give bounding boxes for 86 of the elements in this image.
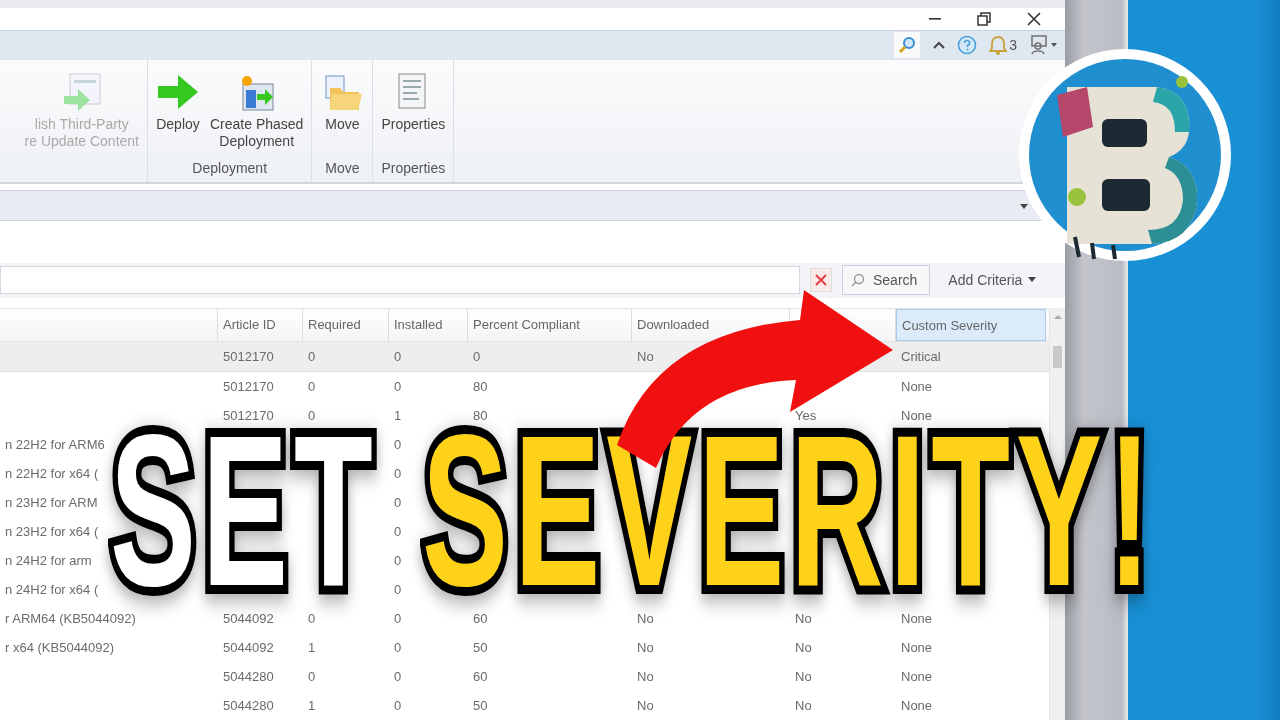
- search-icon: [898, 36, 917, 55]
- table-cell: 0: [308, 379, 316, 394]
- scrollbar-thumb[interactable]: [1053, 346, 1062, 368]
- caret-down-icon: [1028, 277, 1037, 284]
- column-header[interactable]: Custom Severity: [896, 309, 1046, 341]
- add-criteria-button[interactable]: Add Criteria: [940, 272, 1045, 289]
- table-cell: 0: [394, 698, 402, 713]
- headline-word: SET: [110, 423, 379, 599]
- table-cell: 0: [394, 553, 402, 568]
- column-header[interactable]: Percent Compliant: [473, 317, 580, 332]
- group-label: Deployment: [192, 160, 268, 176]
- table-cell: None: [901, 669, 933, 684]
- group-label: Properties: [381, 160, 446, 176]
- table-cell: 80: [473, 379, 488, 394]
- user-icon: [1029, 34, 1059, 57]
- table-cell: None: [901, 640, 933, 655]
- table-cell: No: [795, 698, 812, 713]
- table-cell: None: [901, 379, 933, 394]
- table-cell: 5044280: [223, 669, 274, 684]
- table-cell: 0: [394, 582, 402, 597]
- table-cell: n 24H2 for x64 (: [5, 582, 99, 597]
- table-cell: No: [637, 640, 654, 655]
- table-cell: r x64 (KB5044092): [5, 640, 115, 655]
- table-cell: n 23H2 for ARM: [5, 495, 98, 510]
- table-cell: None: [901, 698, 933, 713]
- table-cell: 0: [308, 408, 316, 423]
- table-cell: 0: [308, 669, 316, 684]
- scroll-up-icon: [1053, 314, 1062, 320]
- table-cell: n 23H2 for x64 (: [5, 524, 99, 539]
- table-cell: 5012170: [223, 379, 274, 394]
- table-cell: r ARM64 (KB5044092): [5, 611, 136, 626]
- table-cell: No: [795, 640, 812, 655]
- table-cell: 0: [394, 640, 402, 655]
- notification-count: 3: [1009, 37, 1017, 54]
- table-cell: 5044280: [223, 698, 274, 713]
- table-cell: Critical: [901, 349, 941, 364]
- help-icon: [957, 35, 978, 56]
- clear-button[interactable]: [810, 268, 832, 293]
- table-cell: 0: [394, 349, 402, 364]
- table-cell: 0: [394, 524, 402, 539]
- column-header[interactable]: Installed: [394, 317, 443, 332]
- minimize-icon: [929, 17, 941, 20]
- table-cell: 50: [473, 698, 488, 713]
- table-cell: 50: [473, 640, 488, 655]
- search-field[interactable]: [0, 266, 800, 295]
- search-button[interactable]: Search: [842, 265, 931, 296]
- close-icon: [1027, 11, 1041, 26]
- table-cell: 5044092: [223, 640, 274, 655]
- table-cell: 0: [473, 349, 481, 364]
- table-cell: No: [637, 669, 654, 684]
- table-cell: 0: [394, 611, 402, 626]
- table-cell: 0: [308, 611, 316, 626]
- table-cell: n 22H2 for x64 (: [5, 466, 99, 481]
- ribbon-button[interactable]: Deploy: [154, 72, 202, 158]
- restore-icon: [977, 11, 991, 26]
- search-button[interactable]: [893, 31, 922, 60]
- table-cell: 0: [308, 349, 316, 364]
- table-cell: 5044092: [223, 611, 274, 626]
- table-cell: 1: [394, 408, 402, 423]
- table-cell: 0: [394, 466, 402, 481]
- table-cell: No: [637, 698, 654, 713]
- table-cell: 60: [473, 669, 488, 684]
- table-cell: 5012170: [223, 349, 274, 364]
- column-header[interactable]: Required: [308, 317, 361, 332]
- table-cell: n 24H2 for arm: [5, 553, 92, 568]
- table-cell: 1: [308, 640, 316, 655]
- table-cell: 0: [394, 495, 402, 510]
- ribbon-button[interactable]: Create Phased Deployment: [208, 72, 306, 158]
- table-cell: No: [795, 669, 812, 684]
- group-label: Move: [325, 160, 360, 176]
- caret-down-icon: [1019, 201, 1029, 210]
- table-cell: 1: [308, 698, 316, 713]
- bell-icon: [989, 35, 1008, 56]
- table-cell: 5012170: [223, 408, 274, 423]
- table-cell: No: [637, 349, 654, 364]
- search-icon: [851, 273, 865, 288]
- table-cell: 0: [394, 379, 402, 394]
- table-cell: n 22H2 for ARM6: [5, 437, 105, 452]
- ribbon-button[interactable]: Properties: [379, 72, 448, 158]
- ribbon-button[interactable]: Move: [318, 72, 367, 158]
- column-header[interactable]: Article ID: [223, 317, 276, 332]
- caret-up-icon: [933, 40, 946, 51]
- table-cell: 0: [394, 437, 402, 452]
- column-header[interactable]: Downloaded: [637, 317, 710, 332]
- close-icon: [815, 274, 827, 287]
- table-cell: 0: [394, 669, 402, 684]
